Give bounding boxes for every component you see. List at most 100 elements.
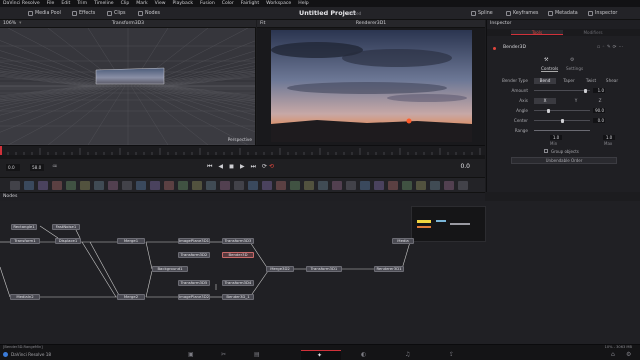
node-renderer3d1[interactable]: Renderer3D1 xyxy=(374,266,404,272)
subtab-controls[interactable]: Controls xyxy=(541,66,559,72)
effects-button[interactable]: Effects xyxy=(72,9,95,18)
bender-type-twist[interactable]: Twist xyxy=(581,78,601,83)
menu-mark[interactable]: Mark xyxy=(136,1,147,6)
bender-type-taper[interactable]: Taper xyxy=(559,78,579,83)
axis-z[interactable]: Z xyxy=(591,98,609,103)
tab-tools[interactable]: Tools xyxy=(511,30,563,35)
node-fastnoise1[interactable]: FastNoise1 xyxy=(52,224,80,230)
node-media[interactable]: Media xyxy=(392,238,414,244)
angle-slider[interactable] xyxy=(534,108,590,113)
menu-help[interactable]: Help xyxy=(298,1,308,6)
node-editor[interactable]: Rectangle1 FastNoise1 Transform1 Displac… xyxy=(0,201,640,344)
tool-button[interactable] xyxy=(430,181,440,190)
transport-controls[interactable]: ⏮◀◼▶⏭⟳ xyxy=(207,163,273,171)
center-slider[interactable] xyxy=(534,118,590,123)
metadata-button[interactable]: Metadata xyxy=(548,9,578,18)
tool-button[interactable] xyxy=(360,181,370,190)
tool-button[interactable] xyxy=(458,181,468,190)
tool-button[interactable] xyxy=(416,181,426,190)
page-deliver-icon[interactable]: ⇪ xyxy=(449,351,454,358)
menu-app[interactable]: DaVinci Resolve xyxy=(3,1,40,6)
node-transform3d1[interactable]: Transform3D1 xyxy=(306,266,342,272)
node-imageplane3d1[interactable]: ImagePlane3D1 xyxy=(178,238,210,244)
page-fusion-tab[interactable]: ✦ xyxy=(301,350,341,360)
page-fairlight-icon[interactable]: ♫ xyxy=(405,351,410,358)
spline-button[interactable]: Spline xyxy=(471,9,493,18)
menu-clip[interactable]: Clip xyxy=(121,1,130,6)
render-start-field[interactable]: 0.0 xyxy=(6,164,20,171)
node-merge1[interactable]: Merge1 xyxy=(117,238,145,244)
node-bender3d[interactable]: Bender3D xyxy=(222,252,254,258)
menu-workspace[interactable]: Workspace xyxy=(266,1,291,6)
settings-gear-icon[interactable]: ⚙ xyxy=(626,351,631,358)
menu-view[interactable]: View xyxy=(155,1,166,6)
menu-color[interactable]: Color xyxy=(222,1,234,6)
axis-x[interactable]: X xyxy=(534,97,556,104)
tool-button[interactable] xyxy=(262,181,272,190)
range-slider[interactable] xyxy=(534,130,590,131)
node-merge3d2[interactable]: Merge3D2 xyxy=(266,266,294,272)
menu-fusion[interactable]: Fusion xyxy=(200,1,215,6)
inspector-button[interactable]: Inspector xyxy=(588,9,617,18)
tool-button[interactable] xyxy=(178,181,188,190)
tool-button[interactable] xyxy=(304,181,314,190)
range-max-value[interactable]: 1.0 xyxy=(603,135,615,140)
tool-button[interactable] xyxy=(206,181,216,190)
tool-button[interactable] xyxy=(248,181,258,190)
center-slider-knob[interactable] xyxy=(560,118,564,123)
tool-button[interactable] xyxy=(402,181,412,190)
angle-slider-knob[interactable] xyxy=(547,108,551,113)
center-value[interactable]: 0.0 xyxy=(593,118,605,123)
node-transform3d5[interactable]: Transform3D5 xyxy=(178,280,210,286)
menu-playback[interactable]: Playback xyxy=(173,1,194,6)
clips-button[interactable]: Clips xyxy=(107,9,126,18)
subtab-settings[interactable]: Settings xyxy=(566,66,583,71)
tool-button[interactable] xyxy=(234,181,244,190)
node-background1[interactable]: Background1 xyxy=(152,266,188,272)
page-color-icon[interactable]: ◐ xyxy=(361,351,366,358)
angle-value[interactable]: 90.0 xyxy=(593,108,605,113)
tool-button[interactable] xyxy=(164,181,174,190)
tool-button[interactable] xyxy=(346,181,356,190)
page-edit-icon[interactable]: ▤ xyxy=(254,351,260,358)
tool-button[interactable] xyxy=(150,181,160,190)
page-media-icon[interactable]: ▣ xyxy=(188,351,194,358)
node-header-icons[interactable]: ▫◦✎⟳⋯ xyxy=(597,45,625,50)
quality-icon[interactable]: ♒ xyxy=(52,163,57,170)
viewer-left[interactable]: Perspective xyxy=(0,28,256,145)
bender-type-bend[interactable]: Bend xyxy=(534,77,556,84)
current-time[interactable]: 0.0 xyxy=(452,162,470,171)
page-cut-icon[interactable]: ✂ xyxy=(221,351,226,358)
tool-button[interactable] xyxy=(220,181,230,190)
menu-trim[interactable]: Trim xyxy=(77,1,87,6)
viewer-right[interactable] xyxy=(257,28,485,145)
unbendable-order-button[interactable]: Unbendable Order xyxy=(511,157,617,164)
amount-value[interactable]: 1.0 xyxy=(593,88,605,93)
tool-button[interactable] xyxy=(122,181,132,190)
project-settings-icon[interactable]: ⌂ xyxy=(611,351,615,358)
tool-button[interactable] xyxy=(108,181,118,190)
tool-button[interactable] xyxy=(38,181,48,190)
tool-button[interactable] xyxy=(52,181,62,190)
node-transform3d4[interactable]: Transform3D4 xyxy=(222,280,254,286)
tool-button[interactable] xyxy=(332,181,342,190)
tool-button[interactable] xyxy=(388,181,398,190)
tool-button[interactable] xyxy=(192,181,202,190)
tool-button[interactable] xyxy=(318,181,328,190)
bender-type-shear[interactable]: Shear xyxy=(602,78,622,83)
tool-button[interactable] xyxy=(66,181,76,190)
group-objects-checkbox[interactable] xyxy=(544,149,548,153)
tool-button[interactable] xyxy=(24,181,34,190)
amount-slider[interactable] xyxy=(534,88,590,93)
tool-button[interactable] xyxy=(10,181,20,190)
amount-slider-knob[interactable] xyxy=(584,88,588,93)
axis-y[interactable]: Y xyxy=(567,98,585,103)
node-imageplane3d2[interactable]: ImagePlane3D2 xyxy=(178,294,210,300)
node-rectangle1[interactable]: Rectangle1 xyxy=(11,224,37,230)
nodes-button[interactable]: Nodes xyxy=(138,9,160,18)
node-merge2[interactable]: Merge2 xyxy=(117,294,145,300)
loop-icon[interactable]: ⟲ xyxy=(269,163,274,170)
menu-edit[interactable]: Edit xyxy=(61,1,70,6)
menu-timeline[interactable]: Timeline xyxy=(94,1,114,6)
tab-modifiers[interactable]: Modifiers xyxy=(567,30,619,35)
